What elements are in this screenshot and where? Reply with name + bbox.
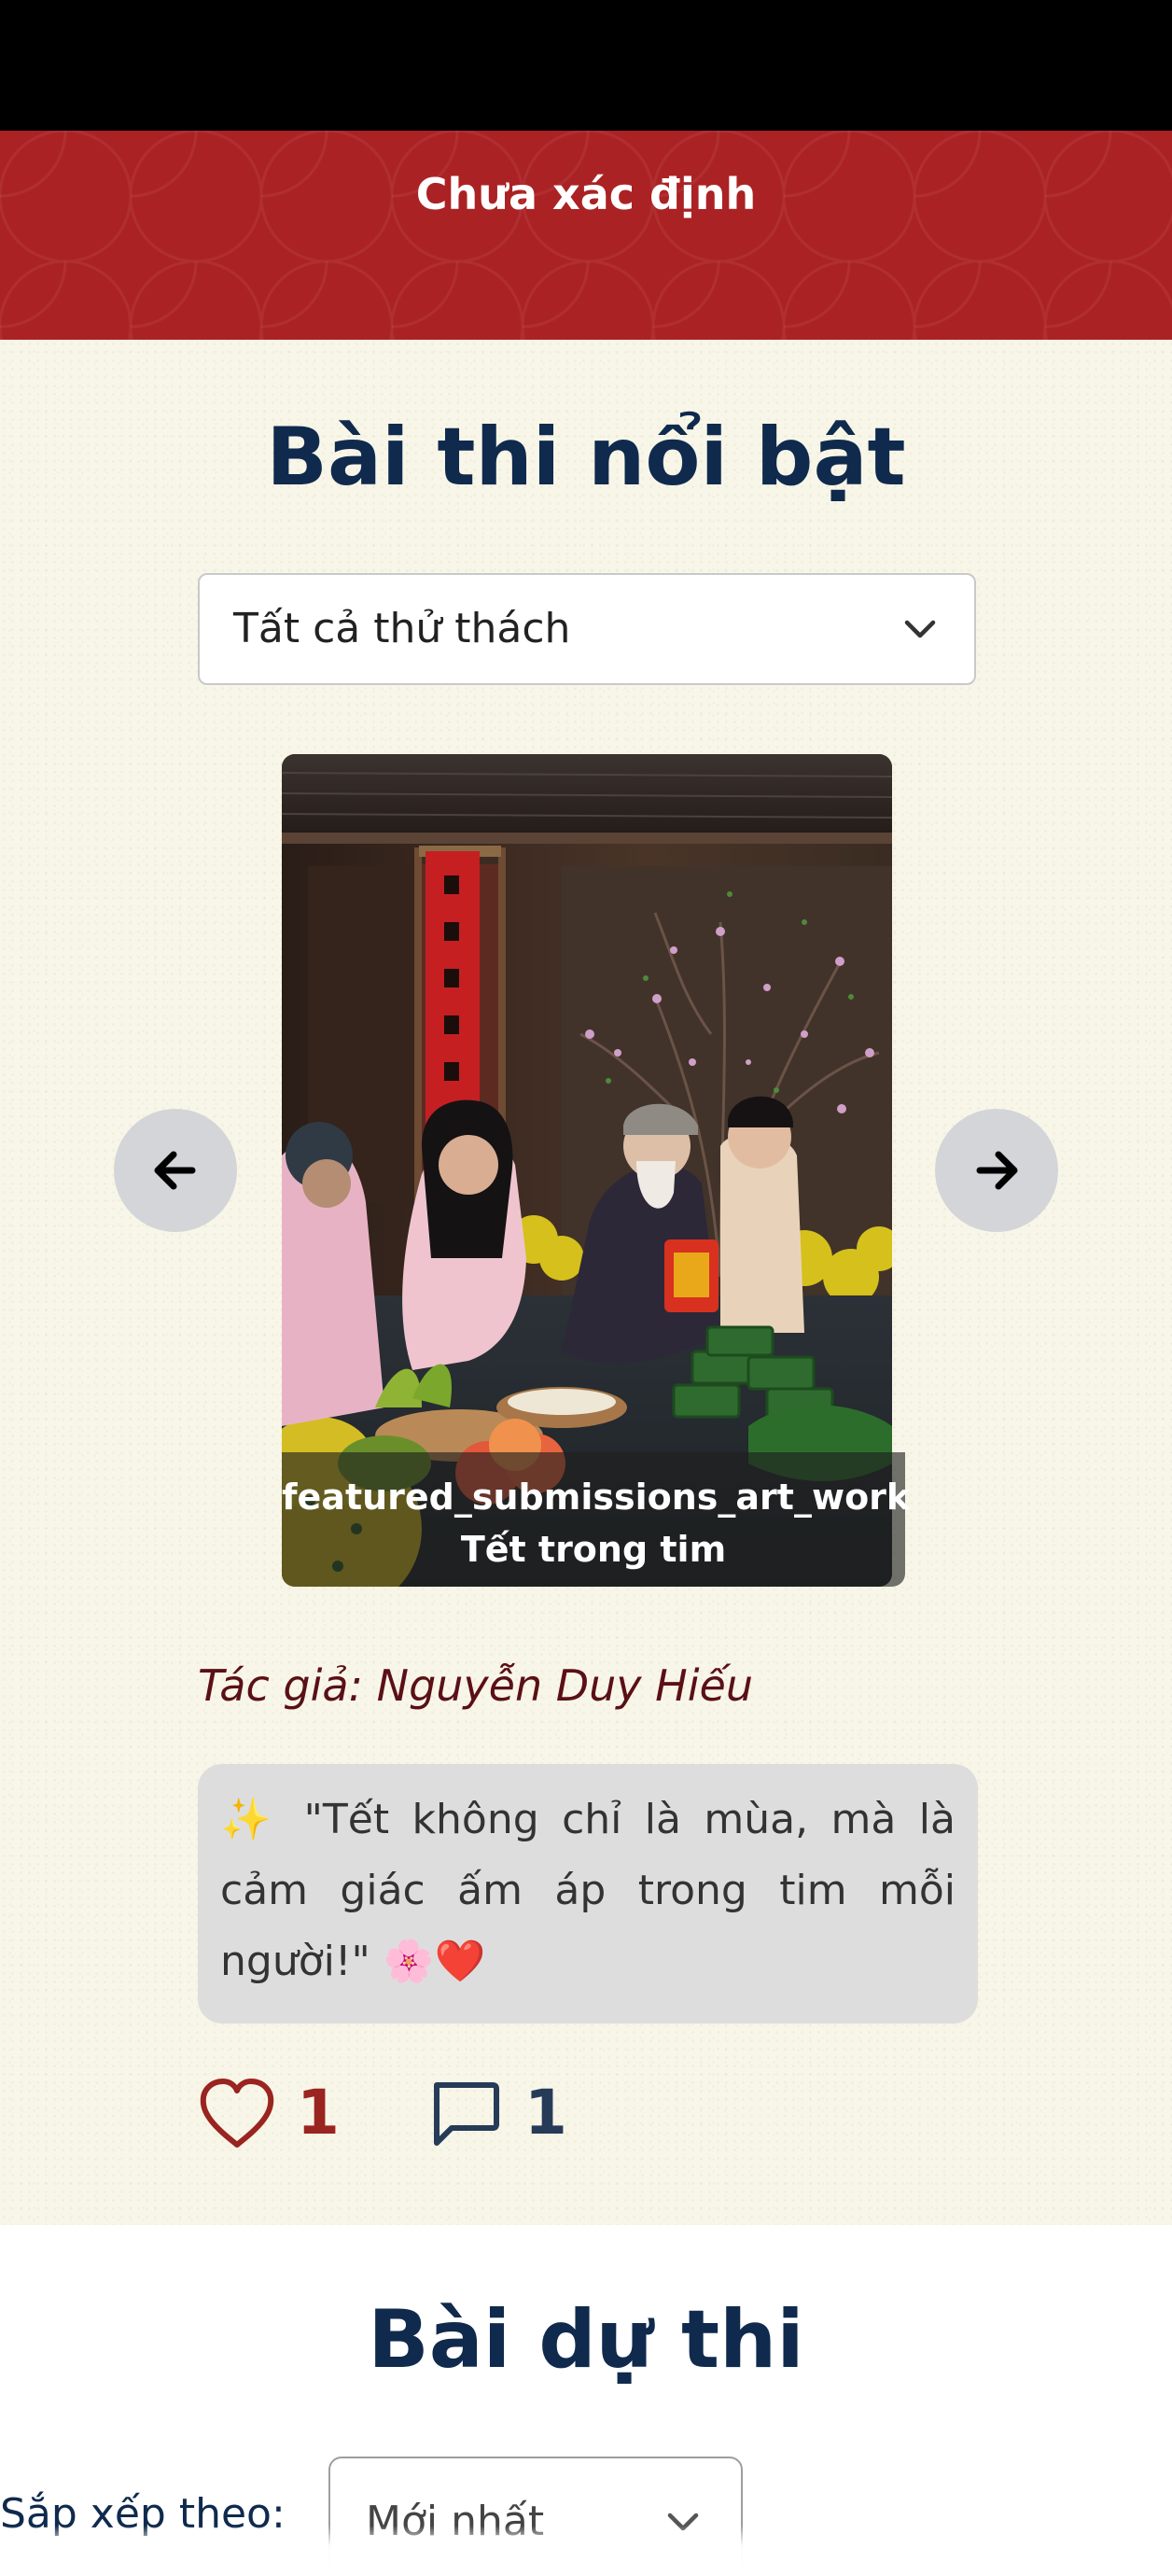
heart-icon[interactable] xyxy=(198,2078,276,2152)
challenge-filter-value: Tất cả thử thách xyxy=(233,605,571,652)
scroll-edge-fade xyxy=(0,2526,1172,2576)
header-banner xyxy=(0,131,1172,340)
comment-icon[interactable] xyxy=(427,2078,502,2152)
arrow-right-icon xyxy=(976,1151,1018,1190)
like-count: 1 xyxy=(297,2077,340,2149)
carousel-next-button[interactable] xyxy=(935,1109,1058,1232)
arrow-left-icon xyxy=(154,1151,196,1190)
carousel-prev-button[interactable] xyxy=(114,1109,237,1232)
header-title: Chưa xác định xyxy=(415,169,757,219)
challenge-filter-select[interactable]: Tất cả thử thách xyxy=(198,573,976,685)
quote-box: ✨ "Tết không chỉ là mùa, mà là cảm giác … xyxy=(198,1764,978,2023)
caption-title: Tết trong tim xyxy=(460,1529,727,1570)
artwork-caption: featured_submissions_art_work Tết trong … xyxy=(282,1452,911,1587)
quote-text: ✨ "Tết không chỉ là mùa, mà là cảm giác … xyxy=(220,1796,956,1985)
comment-count: 1 xyxy=(524,2077,567,2149)
entries-heading: Bài dự thi xyxy=(368,2293,804,2387)
chevron-down-icon xyxy=(904,620,936,638)
status-bar xyxy=(0,0,1172,131)
featured-heading: Bài thi nổi bật xyxy=(266,411,906,504)
caption-filename: featured_submissions_art_work xyxy=(282,1477,911,1518)
author-name: Tác giả: Nguyễn Duy Hiếu xyxy=(198,1660,753,1711)
